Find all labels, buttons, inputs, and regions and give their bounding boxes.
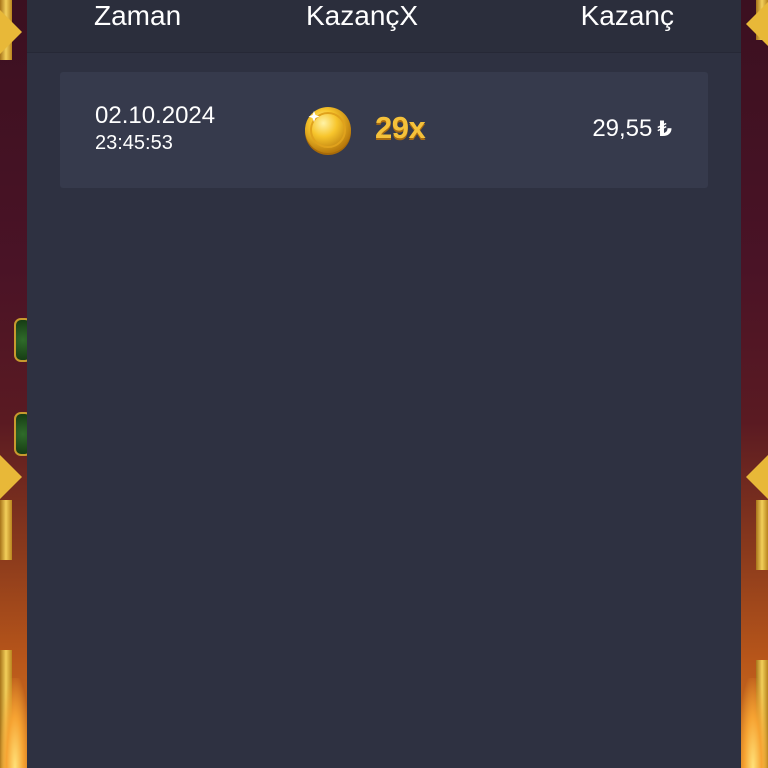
gold-frame-ornament	[756, 500, 768, 570]
row-time: 23:45:53	[95, 132, 173, 154]
gold-triangle-ornament	[0, 10, 22, 54]
gold-triangle-ornament	[0, 455, 22, 499]
row-date: 02.10.2024	[95, 102, 216, 129]
flame-decoration	[0, 678, 30, 768]
column-header-multiplier[interactable]: KazançX	[306, 0, 418, 34]
row-multiplier: 29x	[375, 110, 426, 145]
gold-frame-ornament	[0, 500, 12, 560]
column-header-win[interactable]: Kazanç	[581, 0, 674, 34]
table-row[interactable]: 02.10.2024 23:45:53 29x 29,55 ₺	[60, 72, 708, 188]
table-header: Zaman KazançX Kazanç	[27, 0, 741, 53]
flame-decoration	[740, 678, 768, 768]
game-background-right	[740, 0, 768, 768]
gold-triangle-ornament	[746, 455, 768, 499]
column-header-time[interactable]: Zaman	[94, 0, 181, 34]
gold-coin-icon	[305, 107, 351, 155]
row-win-amount: 29,55 ₺	[592, 115, 672, 144]
gold-triangle-ornament	[746, 2, 768, 46]
game-background-left	[0, 0, 30, 768]
game-history-screen: Zaman KazançX Kazanç 02.10.2024 23:45:53	[0, 0, 768, 768]
win-amount-value: 29,55	[592, 115, 653, 142]
history-panel: Zaman KazançX Kazanç 02.10.2024 23:45:53	[27, 0, 741, 768]
currency-symbol: ₺	[657, 118, 672, 141]
